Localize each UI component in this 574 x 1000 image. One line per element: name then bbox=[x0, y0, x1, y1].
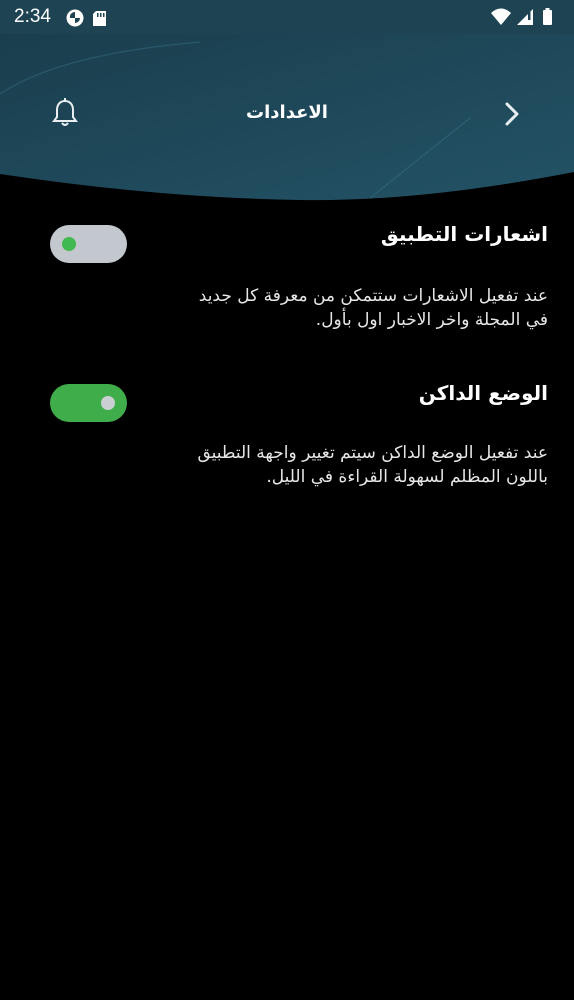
signal-icon bbox=[517, 9, 533, 25]
pinwheel-icon bbox=[66, 9, 84, 27]
description-line: باللون المظلم لسهولة القراءة في الليل. bbox=[266, 467, 548, 487]
toggle-knob bbox=[62, 237, 76, 251]
battery-icon bbox=[543, 8, 552, 25]
app-header: الاعدادات bbox=[0, 34, 574, 204]
chevron-right-icon bbox=[505, 102, 519, 126]
notifications-toggle[interactable] bbox=[50, 225, 127, 263]
wifi-icon bbox=[491, 8, 511, 25]
toggle-knob bbox=[101, 396, 115, 410]
page-title: الاعدادات bbox=[246, 102, 328, 123]
back-button[interactable] bbox=[494, 96, 530, 132]
status-time: 2:34 bbox=[14, 6, 51, 27]
description-line: عند تفعيل الاشعارات ستتمكن من معرفة كل ج… bbox=[198, 286, 548, 306]
dark-mode-setting-description: عند تفعيل الوضع الداكن سيتم تغيير واجهة … bbox=[98, 441, 548, 489]
description-line: في المجلة واخر الاخبار اول بأول. bbox=[315, 310, 548, 330]
description-line: عند تفعيل الوضع الداكن سيتم تغيير واجهة … bbox=[197, 443, 548, 463]
settings-screen: 2:34 الاعدادات اشعارات التطبيق عند تفعيل… bbox=[0, 0, 574, 1000]
dark-mode-toggle[interactable] bbox=[50, 384, 127, 422]
status-bar: 2:34 bbox=[0, 0, 574, 34]
sd-card-icon bbox=[93, 11, 106, 26]
dark-mode-setting-title: الوضع الداكن bbox=[418, 381, 548, 405]
notifications-setting-description: عند تفعيل الاشعارات ستتمكن من معرفة كل ج… bbox=[98, 284, 548, 332]
notifications-setting-title: اشعارات التطبيق bbox=[380, 222, 548, 246]
notification-icons bbox=[66, 9, 106, 27]
system-status-icons bbox=[491, 8, 552, 25]
